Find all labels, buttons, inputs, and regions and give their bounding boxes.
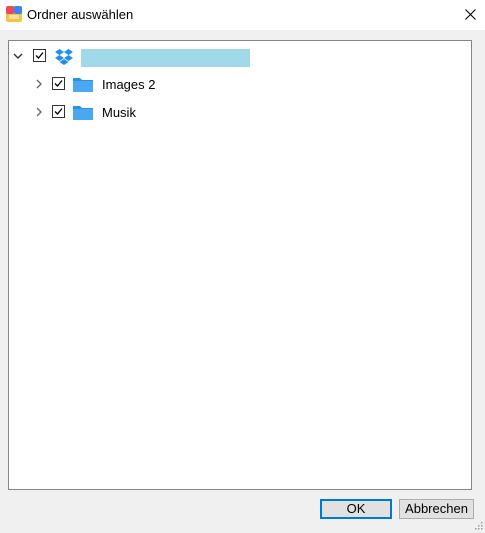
chevron-right-icon[interactable] (32, 105, 46, 119)
tree-item-images-2[interactable]: Images 2 (9, 73, 471, 97)
folder-tree[interactable]: Images 2 Musik (8, 40, 472, 490)
app-icon (6, 6, 22, 22)
root-checkbox[interactable] (33, 49, 46, 62)
chevron-down-icon[interactable] (11, 49, 25, 63)
tree-root-row[interactable] (9, 45, 471, 69)
dropbox-icon (55, 48, 73, 68)
chevron-right-icon[interactable] (32, 77, 46, 91)
close-button[interactable] (455, 0, 485, 30)
title-bar: Ordner auswählen (0, 0, 485, 30)
tree-item-label: Musik (102, 105, 136, 120)
tree-item-label: Images 2 (102, 77, 156, 92)
folder-icon (72, 103, 94, 124)
folder-icon (72, 75, 94, 96)
cancel-button[interactable]: Abbrechen (399, 499, 474, 519)
ok-button[interactable]: OK (320, 499, 392, 519)
window-title: Ordner auswählen (27, 7, 134, 22)
musik-checkbox[interactable] (52, 105, 65, 118)
close-icon (464, 8, 476, 23)
images-2-checkbox[interactable] (52, 77, 65, 90)
resize-grip-icon[interactable] (473, 518, 483, 530)
redacted-root-label (81, 49, 250, 67)
tree-item-musik[interactable]: Musik (9, 101, 471, 125)
